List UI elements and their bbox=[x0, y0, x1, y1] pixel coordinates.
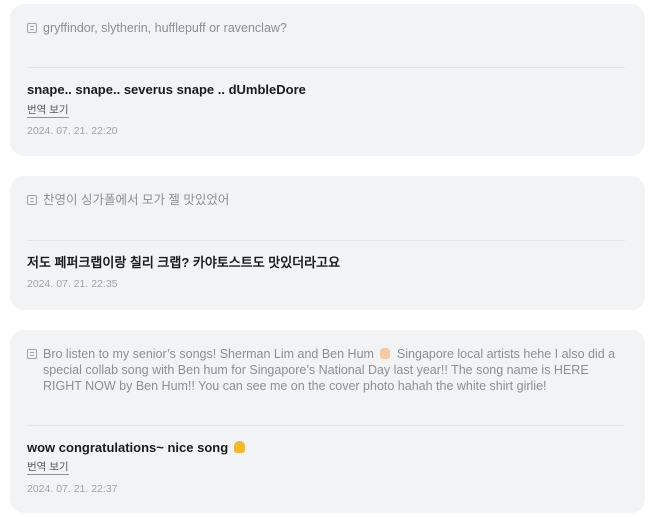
question-text: gryffindor, slytherin, hufflepuff or rav… bbox=[43, 21, 287, 35]
question-icon bbox=[27, 349, 37, 359]
hand-emoji-icon bbox=[380, 348, 391, 359]
question-row: Bro listen to my senior’s songs! Sherman… bbox=[27, 346, 625, 394]
answer-text: snape.. snape.. severus snape .. dUmbleD… bbox=[27, 82, 306, 97]
question-text: Bro listen to my senior’s songs! Sherman… bbox=[43, 346, 625, 394]
question-text-part1: Bro listen to my senior’s songs! Sherman… bbox=[43, 347, 374, 361]
answer-text-content: wow congratulations~ nice song bbox=[27, 440, 229, 455]
timestamp: 2024. 07. 21. 22:20 bbox=[27, 125, 118, 137]
divider bbox=[27, 425, 625, 426]
answer-text: 저도 페퍼크랩이랑 칠리 크랩? 카야토스트도 맛있더라고요 bbox=[27, 255, 341, 270]
timestamp: 2024. 07. 21. 22:35 bbox=[27, 278, 118, 290]
divider bbox=[27, 67, 625, 68]
qa-card-2[interactable]: 찬영이 싱가폴에서 모가 젤 맛있었어 저도 페퍼크랩이랑 칠리 크랩? 카야토… bbox=[10, 176, 645, 310]
qa-card-1[interactable]: gryffindor, slytherin, hufflepuff or rav… bbox=[10, 4, 645, 156]
translate-link[interactable]: 번역 보기 bbox=[27, 461, 69, 475]
divider bbox=[27, 240, 625, 241]
qa-card-3[interactable]: Bro listen to my senior’s songs! Sherman… bbox=[10, 330, 645, 513]
question-row: gryffindor, slytherin, hufflepuff or rav… bbox=[27, 20, 625, 36]
thumbs-up-emoji-icon bbox=[234, 441, 246, 453]
timestamp: 2024. 07. 21. 22:37 bbox=[27, 483, 118, 495]
question-icon bbox=[27, 23, 37, 33]
question-icon bbox=[27, 195, 37, 205]
translate-link[interactable]: 번역 보기 bbox=[27, 104, 69, 118]
question-row: 찬영이 싱가폴에서 모가 젤 맛있었어 bbox=[27, 192, 625, 208]
question-text: 찬영이 싱가폴에서 모가 젤 맛있었어 bbox=[43, 193, 230, 207]
answer-text: wow congratulations~ nice song bbox=[27, 439, 625, 457]
